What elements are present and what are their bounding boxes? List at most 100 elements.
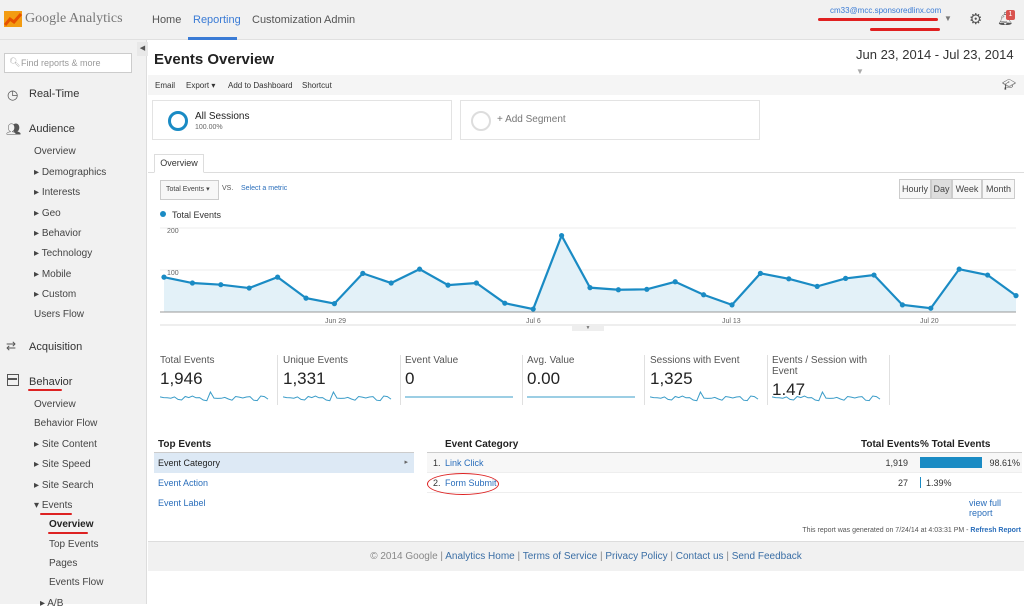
data-point (161, 274, 167, 280)
segment-all-sessions[interactable]: All Sessions 100.00% (152, 100, 452, 140)
granularity-week[interactable]: Week (952, 179, 982, 199)
sidebar-item-behavior-sub[interactable]: ▸ Behavior (34, 228, 81, 239)
footer-link[interactable]: Contact us (676, 551, 724, 562)
scorecard-label: Total Events (160, 355, 215, 366)
footer-link[interactable]: Send Feedback (732, 551, 802, 562)
data-point (218, 282, 224, 288)
account-email[interactable]: cm33@mcc.sponsoredlinx.com (830, 6, 941, 15)
add-segment-button[interactable]: + Add Segment (460, 100, 760, 140)
gear-icon[interactable]: ⚙ (969, 10, 982, 28)
redacted-mark (870, 28, 940, 31)
analytics-logo-icon (4, 11, 22, 27)
segment-ring-icon (168, 111, 188, 131)
annotation-underline (48, 532, 88, 534)
footer-link[interactable]: Analytics Home (445, 551, 514, 562)
data-point (275, 274, 281, 280)
table-row: 1. Link Click 1,919 98.61% (427, 453, 1022, 473)
sidebar-item-mobile[interactable]: ▸ Mobile (34, 269, 71, 280)
search-input[interactable]: 🔍︎ Find reports & more (4, 53, 132, 73)
sidebar-item-behavior-flow[interactable]: Behavior Flow (34, 418, 97, 429)
nav-home[interactable]: Home (152, 14, 181, 26)
scorecard[interactable]: Sessions with Event 1,325 (650, 355, 768, 405)
sidebar-item-site-search[interactable]: ▸ Site Search (34, 480, 94, 491)
row-link-link-click[interactable]: Link Click (445, 458, 484, 468)
sidebar-item-pages[interactable]: Pages (49, 558, 77, 569)
data-point (672, 279, 678, 285)
granularity-hourly[interactable]: Hourly (899, 179, 931, 199)
sidebar-item-behavior[interactable]: Behavior (29, 376, 72, 388)
top-events-item-category[interactable]: Event Category ▸ (154, 453, 414, 473)
sidebar-item-events-flow[interactable]: Events Flow (49, 577, 103, 588)
metric-select[interactable]: Total Events ▾ (160, 180, 219, 200)
sidebar-item-interests[interactable]: ▸ Interests (34, 187, 80, 198)
export-button[interactable]: Export ▾ (186, 81, 215, 90)
top-events-item-label[interactable]: Event Label (158, 498, 206, 508)
nav-customization[interactable]: Customization (252, 14, 322, 26)
nav-reporting[interactable]: Reporting (193, 14, 241, 26)
sidebar-item-custom[interactable]: ▸ Custom (34, 289, 76, 300)
scorecard[interactable]: Events / Session with Event 1.47 (772, 355, 890, 405)
sidebar-item-events-overview[interactable]: Overview (49, 519, 93, 530)
sidebar-item-realtime[interactable]: Real-Time (29, 88, 79, 100)
sidebar-item-geo[interactable]: ▸ Geo (34, 208, 61, 219)
search-icon: 🔍︎ (9, 57, 21, 67)
sidebar-item-events[interactable]: ▾ Events (34, 500, 72, 511)
email-button[interactable]: Email (155, 81, 175, 90)
select-metric-link[interactable]: Select a metric (241, 185, 287, 192)
graduation-cap-icon[interactable]: 🎓︎ (1002, 78, 1016, 91)
sidebar-item-demographics[interactable]: ▸ Demographics (34, 167, 106, 178)
sparkline (772, 390, 881, 402)
x-tick-jul6: Jul 6 (526, 318, 541, 325)
col-pct-total-events[interactable]: % Total Events (920, 439, 990, 450)
scorecard-value: 1,946 (160, 369, 203, 388)
footer-link[interactable]: Privacy Policy (605, 551, 667, 562)
sidebar-item-audience-overview[interactable]: Overview (34, 146, 76, 157)
scorecard[interactable]: Unique Events 1,331 (283, 355, 401, 405)
nav-admin[interactable]: Admin (324, 14, 355, 26)
scorecard[interactable]: Event Value 0 (405, 355, 523, 405)
sidebar-item-audience[interactable]: Audience (29, 123, 75, 135)
scorecard-value: 0.00 (527, 369, 561, 388)
sidebar-item-acquisition[interactable]: Acquisition (29, 341, 82, 353)
view-full-report-link[interactable]: view full report (969, 498, 1024, 518)
sidebar-item-users-flow[interactable]: Users Flow (34, 309, 84, 320)
granularity-day[interactable]: Day (931, 179, 952, 199)
data-point (189, 280, 195, 286)
collapse-sidebar-button[interactable]: ◀ (137, 42, 148, 56)
scorecard-value: 0 (405, 369, 415, 388)
data-point (246, 285, 252, 291)
scorecard-label: Event Value (405, 355, 459, 366)
data-point (1013, 293, 1019, 299)
data-point (985, 272, 991, 278)
data-point (644, 286, 650, 292)
scorecard[interactable]: Avg. Value 0.00 (527, 355, 645, 405)
data-point (814, 283, 820, 289)
shortcut-button[interactable]: Shortcut (302, 81, 332, 90)
col-total-events[interactable]: Total Events (861, 439, 920, 450)
granularity-month[interactable]: Month (982, 179, 1015, 199)
sidebar-item-technology[interactable]: ▸ Technology (34, 248, 92, 259)
date-range-picker[interactable]: Jun 23, 2014 - Jul 23, 2014 ▼ (856, 47, 1024, 77)
report-generated-note: This report was generated on 7/24/14 at … (802, 527, 1021, 534)
data-point (388, 280, 394, 286)
refresh-report-link[interactable]: Refresh Report (970, 527, 1021, 534)
sidebar-item-behavior-overview[interactable]: Overview (34, 399, 76, 410)
vs-label: VS. (222, 185, 234, 192)
legend-dot-icon (160, 211, 166, 217)
pct-bar (920, 477, 921, 488)
sparkline (160, 390, 269, 402)
col-event-category[interactable]: Event Category (445, 439, 518, 450)
tab-overview[interactable]: Overview (154, 154, 204, 173)
chart-resize-handle[interactable]: ▼ (572, 325, 604, 331)
annotation-underline (40, 513, 72, 515)
account-dropdown-icon[interactable]: ▼ (944, 14, 952, 23)
data-point (417, 266, 423, 272)
sidebar-item-top-events[interactable]: Top Events (49, 539, 98, 550)
sidebar-item-site-speed[interactable]: ▸ Site Speed (34, 459, 91, 470)
data-point (303, 295, 309, 301)
sidebar-item-site-content[interactable]: ▸ Site Content (34, 439, 97, 450)
scorecard[interactable]: Total Events 1,946 (160, 355, 278, 405)
footer-link[interactable]: Terms of Service (523, 551, 597, 562)
top-events-item-action[interactable]: Event Action (158, 478, 208, 488)
add-to-dashboard-button[interactable]: Add to Dashboard (228, 81, 293, 90)
